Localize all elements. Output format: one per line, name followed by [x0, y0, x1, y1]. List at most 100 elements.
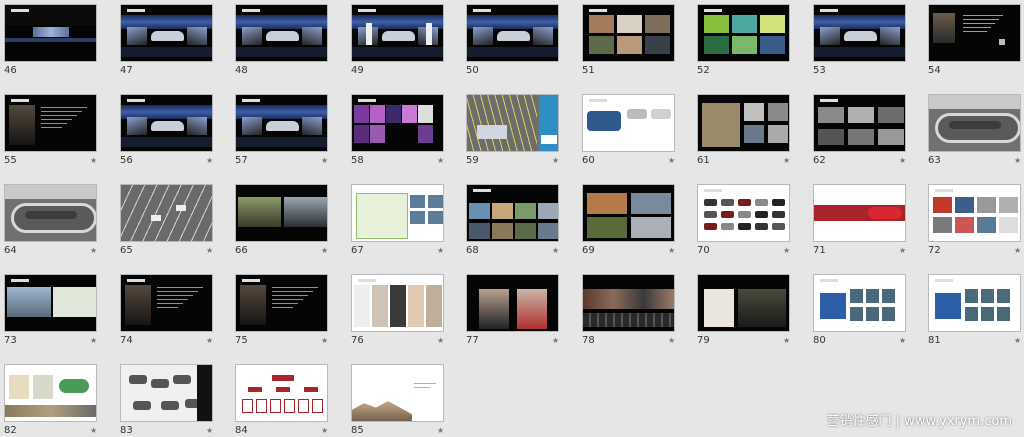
slide-number: 73 [4, 335, 17, 346]
car-photo [755, 211, 768, 218]
slide-number: 46 [4, 65, 17, 76]
car-photo [704, 211, 717, 218]
org-box [270, 399, 281, 413]
photo [538, 223, 558, 239]
car-photo [772, 199, 785, 206]
photo [354, 105, 369, 123]
slide-thumbnail[interactable] [235, 184, 328, 242]
slide-number: 59 [466, 155, 479, 166]
slide-thumbnail[interactable] [466, 94, 559, 152]
slide-thumbnail[interactable] [466, 184, 559, 242]
photo [760, 15, 785, 33]
org-box [304, 387, 318, 392]
map [356, 193, 408, 239]
slide-number: 62 [813, 155, 826, 166]
slide-number: 61 [697, 155, 710, 166]
slide-number: 79 [697, 335, 710, 346]
car-shape [844, 31, 877, 41]
photo [515, 223, 536, 239]
photo [999, 197, 1018, 213]
slide-number: 77 [466, 335, 479, 346]
photo [965, 289, 978, 303]
slide-thumbnail[interactable] [235, 274, 328, 332]
slide-thumbnail[interactable] [351, 274, 444, 332]
slide-thumbnail[interactable] [4, 184, 97, 242]
slide-thumbnail[interactable] [466, 274, 559, 332]
photo [704, 36, 729, 54]
photo [820, 293, 846, 319]
photo [645, 36, 670, 54]
slide-thumbnail[interactable] [351, 4, 444, 62]
photo [617, 15, 642, 33]
star-icon: ★ [321, 246, 329, 255]
slide-thumbnail[interactable] [928, 4, 1021, 62]
slide-number: 58 [351, 155, 364, 166]
photo [386, 105, 401, 123]
photo [354, 125, 369, 143]
slide-thumbnail[interactable] [4, 364, 97, 422]
photo [617, 36, 642, 54]
slide-thumbnail[interactable] [120, 184, 213, 242]
slide-logo [127, 99, 145, 102]
photo [955, 197, 974, 213]
slide-logo [589, 99, 607, 102]
slide-thumbnail[interactable] [4, 274, 97, 332]
slide-thumbnail[interactable] [351, 184, 444, 242]
photo [240, 285, 266, 325]
photo [428, 195, 443, 208]
slide-thumbnail[interactable] [928, 274, 1021, 332]
slide-thumbnail[interactable] [697, 274, 790, 332]
car-photo [721, 223, 734, 230]
photo [418, 105, 433, 123]
org-box [298, 399, 309, 413]
slide-logo [11, 99, 29, 102]
photo [981, 289, 994, 303]
slide-thumbnail[interactable] [928, 184, 1021, 242]
slide-thumbnail[interactable] [813, 4, 906, 62]
slide-thumbnail[interactable] [813, 184, 906, 242]
star-icon: ★ [552, 246, 560, 255]
slide-thumbnail[interactable] [813, 274, 906, 332]
slide-thumbnail[interactable] [582, 184, 675, 242]
photo [977, 217, 996, 233]
photo [428, 211, 443, 224]
photo [125, 285, 151, 325]
chapter-tag [541, 135, 557, 144]
slide-thumbnail[interactable] [235, 94, 328, 152]
slide-thumbnail[interactable] [235, 364, 328, 422]
photo [768, 125, 788, 143]
slide-thumbnail[interactable] [4, 4, 97, 62]
slide-thumbnail[interactable] [466, 4, 559, 62]
slide-thumbnail[interactable] [120, 274, 213, 332]
slide-thumbnail[interactable] [697, 4, 790, 62]
slide-thumbnail[interactable] [4, 94, 97, 152]
slide-thumbnail[interactable] [582, 94, 675, 152]
slide-thumbnail[interactable] [120, 94, 213, 152]
speaker-icon [999, 39, 1005, 45]
slide-thumbnail[interactable] [582, 274, 675, 332]
photo [173, 375, 191, 384]
slide-thumbnail[interactable] [351, 364, 444, 422]
photo [704, 15, 729, 33]
slide-number: 56 [120, 155, 133, 166]
slide-thumbnail[interactable] [582, 4, 675, 62]
photo [850, 289, 863, 303]
photo [732, 36, 757, 54]
star-icon: ★ [90, 426, 98, 435]
slide-number: 64 [4, 245, 17, 256]
photo [955, 217, 974, 233]
slide-thumbnail[interactable] [813, 94, 906, 152]
photo [426, 285, 442, 327]
slide-thumbnail[interactable] [351, 94, 444, 152]
slide-number: 82 [4, 425, 17, 436]
car-photo [772, 211, 785, 218]
slide-thumbnail[interactable] [697, 184, 790, 242]
car-photo [721, 199, 734, 206]
slide-thumbnail[interactable] [697, 94, 790, 152]
photo [370, 105, 385, 123]
star-icon: ★ [206, 336, 214, 345]
slide-thumbnail[interactable] [928, 94, 1021, 152]
slide-thumbnail[interactable] [120, 4, 213, 62]
slide-thumbnail[interactable] [235, 4, 328, 62]
slide-thumbnail[interactable] [120, 364, 213, 422]
